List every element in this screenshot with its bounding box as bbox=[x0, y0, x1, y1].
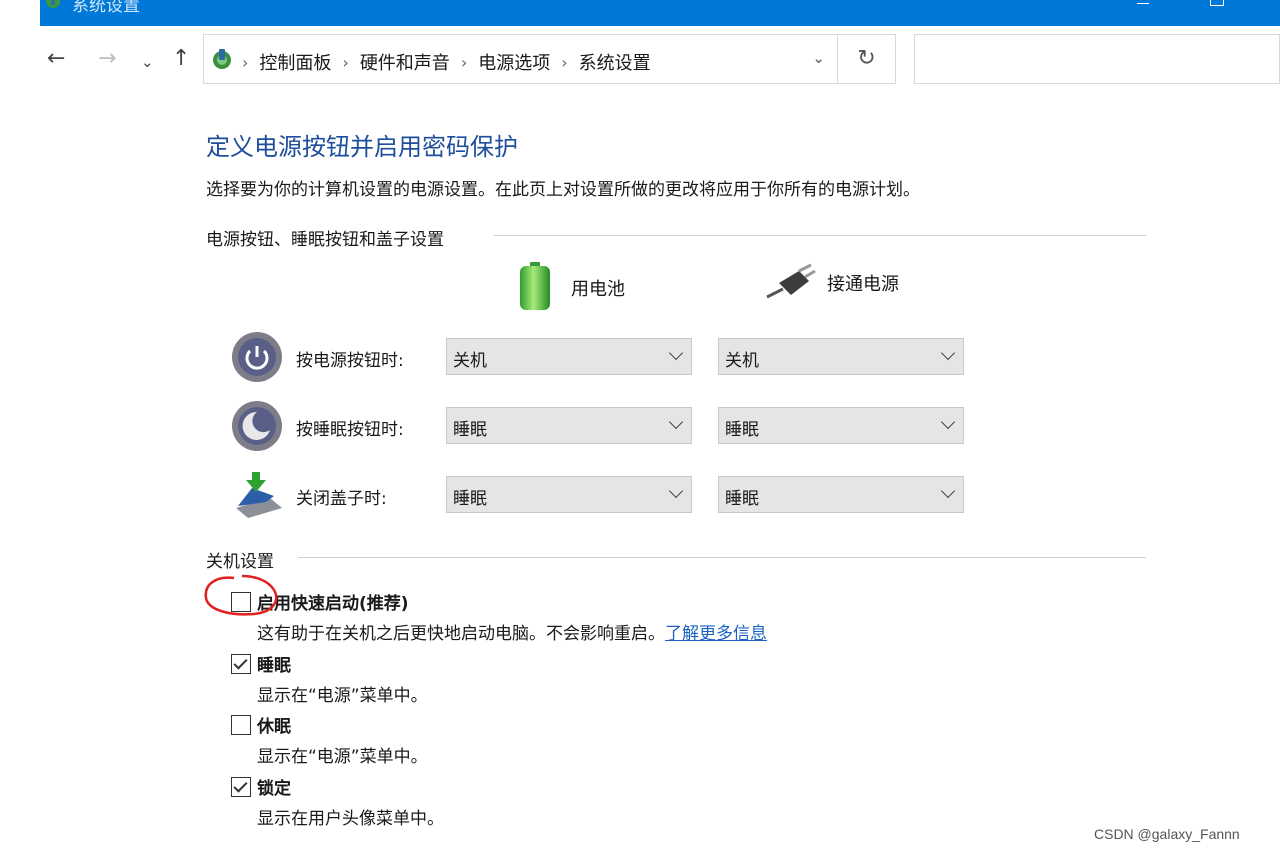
power-button-battery-select[interactable]: 关机 bbox=[446, 338, 692, 375]
hibernate-description: 显示在“电源”菜单中。 bbox=[257, 747, 428, 767]
shutdown-section-title: 关机设置 bbox=[206, 552, 274, 572]
breadcrumb-separator[interactable]: › bbox=[342, 53, 348, 72]
hibernate-checkbox[interactable] bbox=[231, 715, 251, 735]
power-button-label: 按电源按钮时: bbox=[296, 351, 404, 371]
sleep-title: 睡眠 bbox=[257, 656, 291, 676]
watermark: CSDN @galaxy_Fannn bbox=[1094, 826, 1240, 842]
breadcrumb-system-settings[interactable]: 系统设置 bbox=[579, 49, 651, 75]
section-divider bbox=[298, 557, 1146, 558]
power-plug-icon bbox=[766, 263, 816, 299]
checkmark-icon bbox=[233, 655, 248, 670]
chevron-down-icon bbox=[940, 483, 956, 499]
recent-locations-button[interactable]: ⌄ bbox=[141, 51, 154, 73]
search-input[interactable] bbox=[914, 34, 1280, 84]
fast-startup-description-text: 这有助于在关机之后更快地启动电脑。不会影响重启。 bbox=[257, 624, 665, 644]
breadcrumb: › 控制面板 › 硬件和声音 › 电源选项 › 系统设置 bbox=[242, 49, 651, 75]
chevron-down-icon bbox=[668, 414, 684, 430]
breadcrumb-control-panel[interactable]: 控制面板 bbox=[259, 49, 331, 75]
hibernate-title: 休眠 bbox=[257, 717, 291, 737]
shutdown-section-heading: 关机设置 bbox=[206, 547, 274, 572]
breadcrumb-separator[interactable]: › bbox=[561, 53, 567, 72]
sleep-button-plugged-select[interactable]: 睡眠 bbox=[718, 407, 964, 444]
address-bar[interactable]: › 控制面板 › 硬件和声音 › 电源选项 › 系统设置 ⌄ bbox=[203, 34, 838, 84]
window-title: 系统设置 bbox=[72, 0, 140, 16]
red-circle-annotation bbox=[204, 574, 278, 616]
checkmark-icon bbox=[233, 778, 248, 793]
power-options-app-icon bbox=[46, 0, 60, 8]
back-button[interactable]: ← bbox=[47, 48, 65, 70]
minimize-button[interactable] bbox=[1137, 0, 1149, 4]
battery-icon bbox=[520, 262, 550, 310]
learn-more-link[interactable]: 了解更多信息 bbox=[665, 624, 767, 644]
battery-column-label: 用电池 bbox=[571, 279, 625, 300]
sleep-button-row: 按睡眠按钮时: 睡眠 睡眠 bbox=[228, 399, 988, 459]
refresh-button[interactable]: ↻ bbox=[838, 34, 896, 84]
chevron-down-icon bbox=[940, 414, 956, 430]
forward-button[interactable]: → bbox=[98, 48, 116, 70]
lid-close-row: 关闭盖子时: 睡眠 睡眠 bbox=[228, 468, 988, 528]
section-divider bbox=[494, 235, 1146, 236]
lock-description: 显示在用户头像菜单中。 bbox=[257, 809, 444, 829]
plugged-column-label: 接通电源 bbox=[827, 274, 899, 295]
fast-startup-description: 这有助于在关机之后更快地启动电脑。不会影响重启。了解更多信息 bbox=[257, 619, 767, 644]
buttons-section-heading: 电源按钮、睡眠按钮和盖子设置 bbox=[206, 225, 444, 250]
title-bar: 系统设置 bbox=[40, 0, 1280, 26]
control-panel-icon bbox=[213, 49, 231, 69]
address-history-chevron-icon[interactable]: ⌄ bbox=[812, 49, 825, 67]
sleep-button-icon bbox=[232, 401, 282, 451]
sleep-button-label: 按睡眠按钮时: bbox=[296, 420, 404, 440]
selected-value: 睡眠 bbox=[725, 420, 759, 440]
battery-column-header: 用电池 bbox=[517, 262, 625, 313]
selected-value: 睡眠 bbox=[453, 489, 487, 509]
sleep-description: 显示在“电源”菜单中。 bbox=[257, 686, 428, 706]
breadcrumb-hardware-sound[interactable]: 硬件和声音 bbox=[360, 49, 450, 75]
lock-checkbox[interactable] bbox=[231, 777, 251, 797]
lid-close-battery-select[interactable]: 睡眠 bbox=[446, 476, 692, 513]
breadcrumb-power-options[interactable]: 电源选项 bbox=[478, 49, 550, 75]
up-button[interactable]: ↑ bbox=[172, 48, 190, 70]
page-title: 定义电源按钮并启用密码保护 bbox=[206, 133, 518, 161]
lid-close-plugged-select[interactable]: 睡眠 bbox=[718, 476, 964, 513]
chevron-down-icon bbox=[940, 345, 956, 361]
page-description: 选择要为你的计算机设置的电源设置。在此页上对设置所做的更改将应用于你所有的电源计… bbox=[206, 180, 920, 200]
chevron-down-icon bbox=[668, 483, 684, 499]
power-button-plugged-select[interactable]: 关机 bbox=[718, 338, 964, 375]
breadcrumb-separator: › bbox=[242, 52, 249, 72]
navigation-bar: ← → ⌄ ↑ › 控制面板 › 硬件和声音 › 电源选项 › 系统设置 ⌄ ↻ bbox=[40, 26, 1280, 94]
chevron-down-icon bbox=[668, 345, 684, 361]
breadcrumb-separator[interactable]: › bbox=[461, 53, 467, 72]
laptop-lid-icon bbox=[236, 472, 282, 518]
buttons-section-title: 电源按钮、睡眠按钮和盖子设置 bbox=[206, 230, 444, 250]
selected-value: 关机 bbox=[725, 351, 759, 371]
maximize-button[interactable] bbox=[1210, 0, 1224, 6]
sleep-button-battery-select[interactable]: 睡眠 bbox=[446, 407, 692, 444]
power-button-row: 按电源按钮时: 关机 关机 bbox=[228, 330, 988, 390]
lock-title: 锁定 bbox=[257, 779, 291, 799]
power-button-icon bbox=[232, 332, 282, 382]
plugged-column-header: 接通电源 bbox=[765, 263, 899, 303]
selected-value: 睡眠 bbox=[453, 420, 487, 440]
sleep-checkbox[interactable] bbox=[231, 654, 251, 674]
selected-value: 睡眠 bbox=[725, 489, 759, 509]
selected-value: 关机 bbox=[453, 351, 487, 371]
lid-close-label: 关闭盖子时: bbox=[296, 489, 387, 509]
